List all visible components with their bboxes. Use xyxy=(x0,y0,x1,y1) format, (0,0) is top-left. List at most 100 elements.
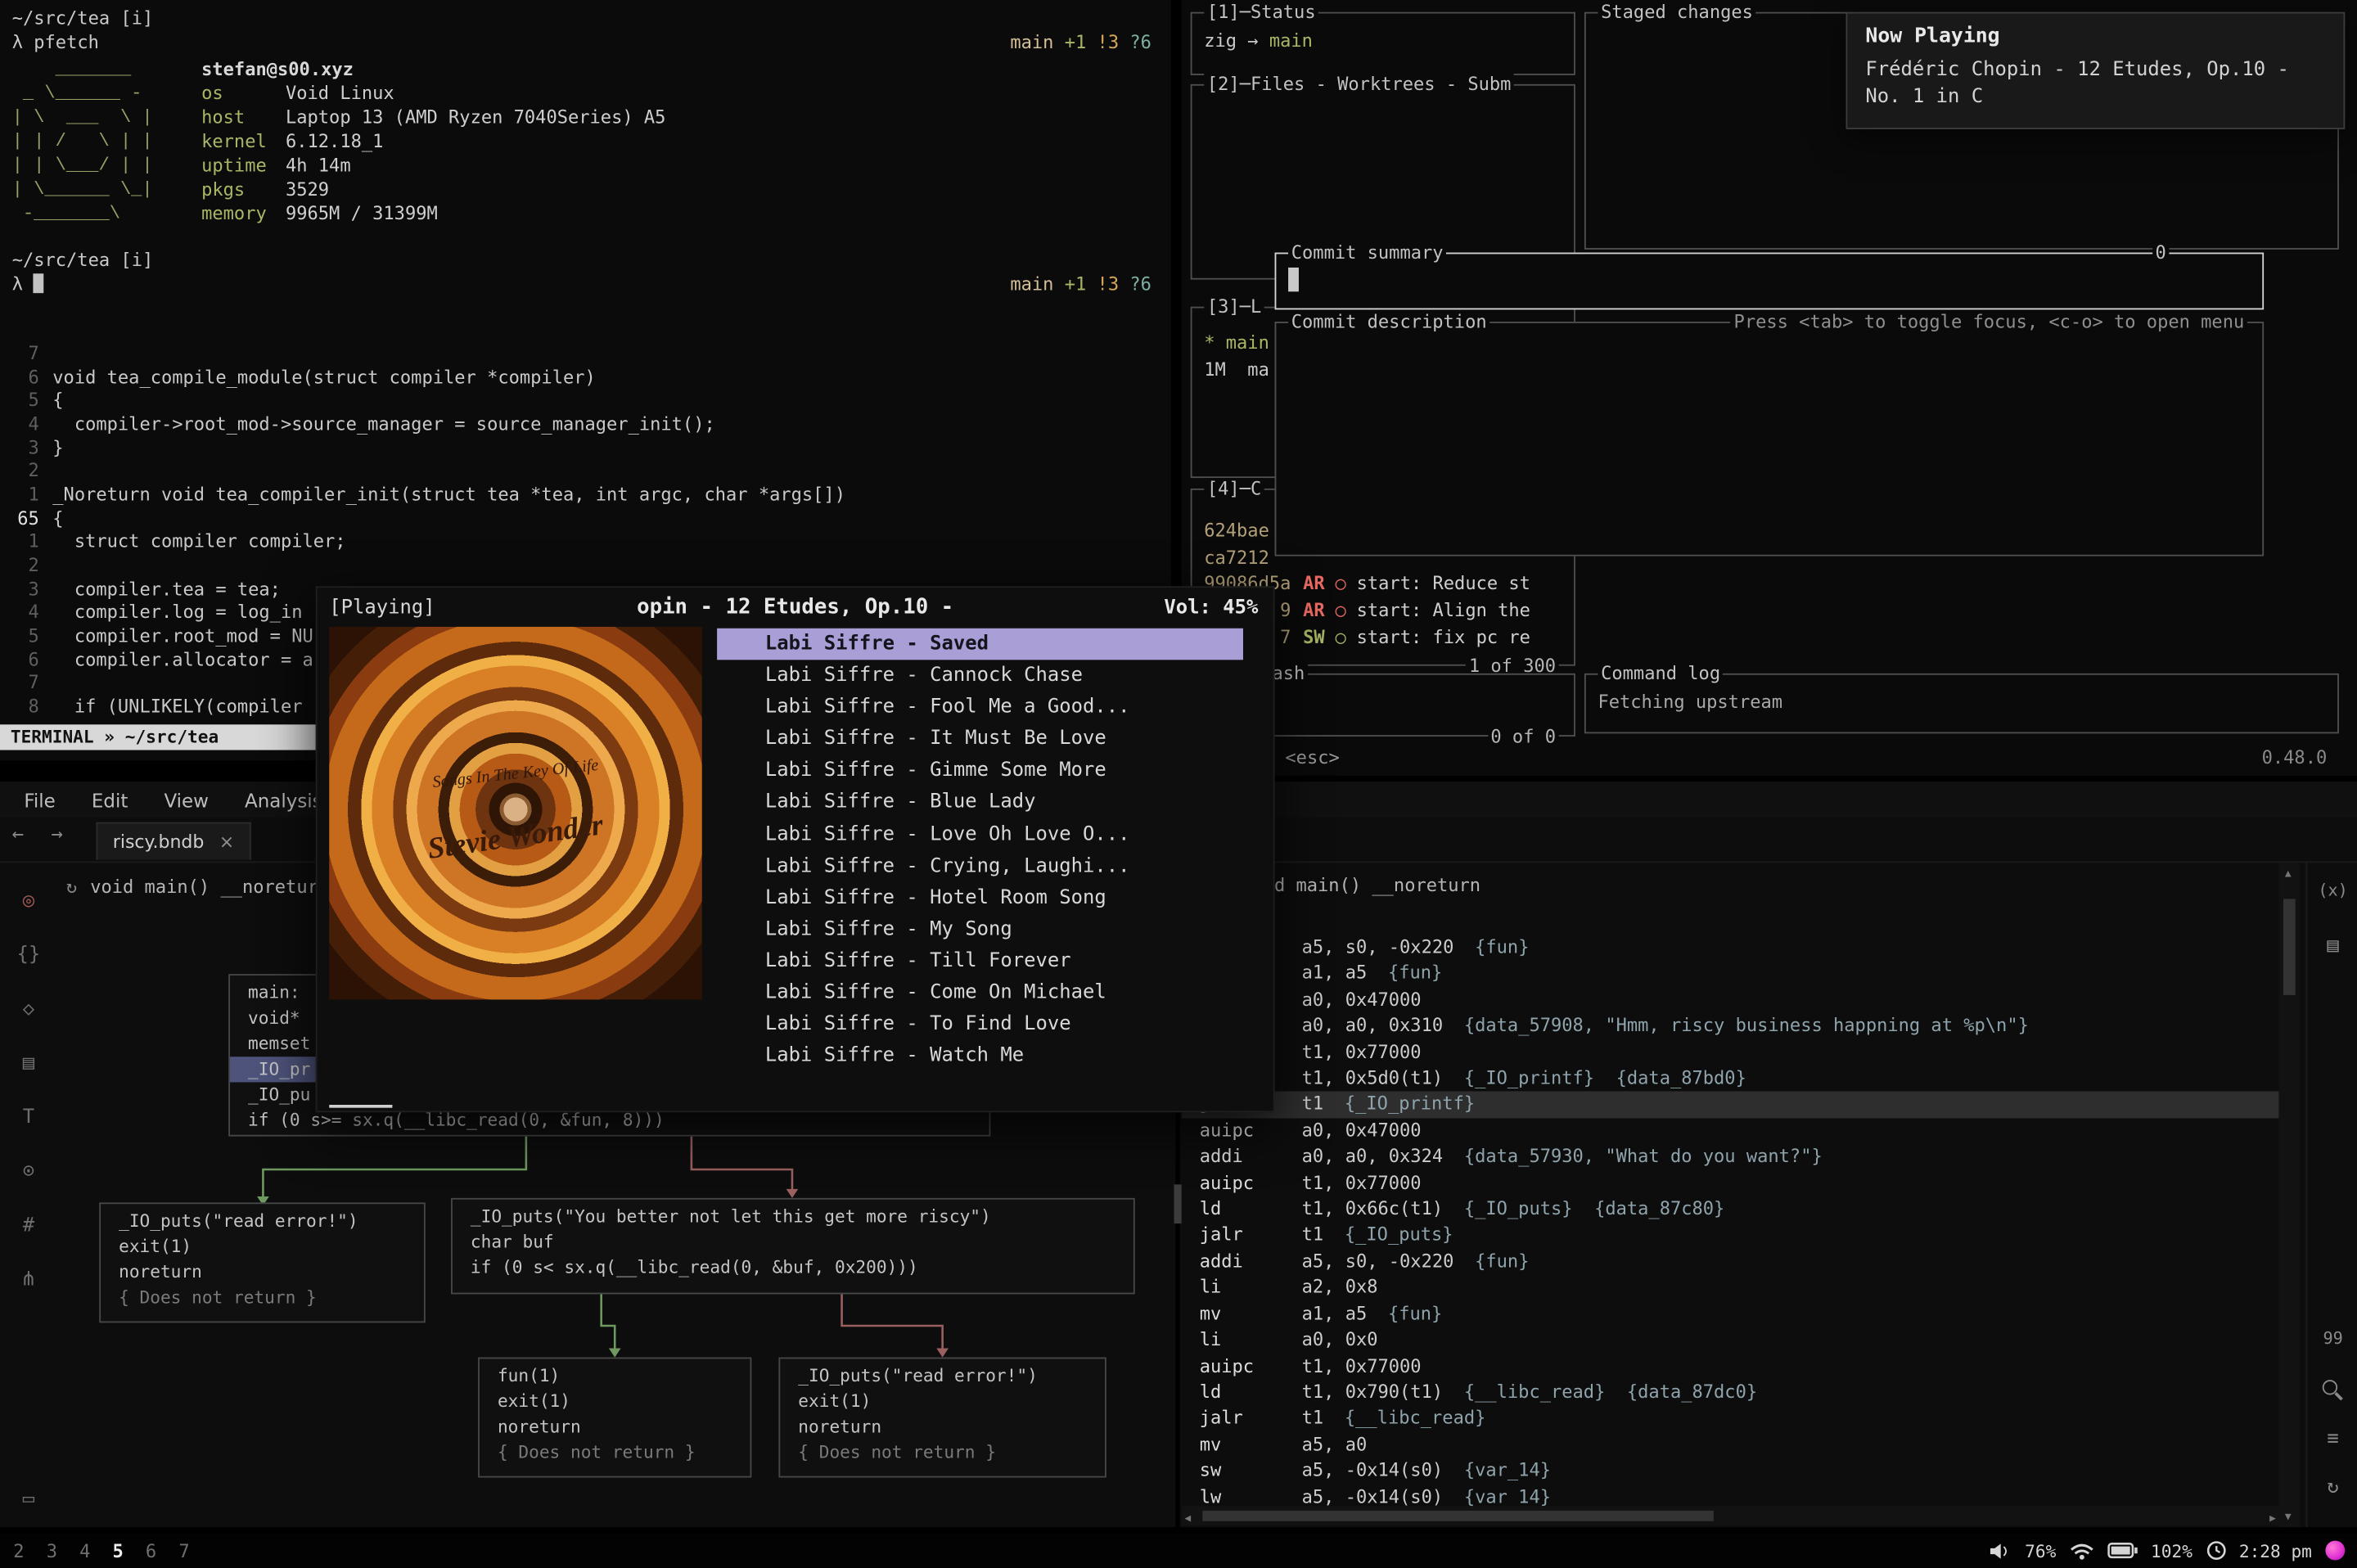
scrollbar-thumb[interactable] xyxy=(1202,1511,1713,1521)
disassembly-row[interactable]: jalrt1{_IO_puts} xyxy=(1182,1223,2279,1249)
vertical-scrollbar[interactable]: ▲ ▼ xyxy=(2278,863,2300,1527)
editor-line[interactable]: 65{ xyxy=(0,507,1171,531)
editor-line[interactable]: 6void tea_compile_module(struct compiler… xyxy=(0,367,1171,390)
editor-line[interactable]: 1 struct compiler compiler; xyxy=(0,531,1171,555)
menu-item[interactable]: File xyxy=(24,788,55,811)
track-item[interactable]: Labi Siffre - My Song xyxy=(717,913,1243,945)
xrefs-icon[interactable]: ◎ xyxy=(14,890,44,912)
scroll-down-icon[interactable]: ▼ xyxy=(2285,1509,2292,1524)
track-item[interactable]: Labi Siffre - Watch Me xyxy=(717,1040,1243,1072)
scroll-up-icon[interactable]: ▲ xyxy=(2285,866,2292,881)
track-item[interactable]: Labi Siffre - Crying, Laughi... xyxy=(717,850,1243,882)
commit-description-input[interactable]: Commit description Press <tab> to toggle… xyxy=(1275,322,2265,556)
branch-row[interactable]: * main xyxy=(1204,329,1269,356)
track-item[interactable]: Labi Siffre - Till Forever xyxy=(717,945,1243,977)
variables-icon[interactable]: (x) xyxy=(2307,881,2357,900)
stack-icon[interactable]: ▤ xyxy=(2307,935,2357,957)
scroll-right-icon[interactable]: ▶ xyxy=(2269,1511,2276,1525)
disassembly-row[interactable]: mva5, a0 xyxy=(1182,1432,2279,1458)
disassembly-row[interactable]: jalrt1{_IO_printf} xyxy=(1182,1092,2279,1118)
track-item[interactable]: Labi Siffre - Love Oh Love O... xyxy=(717,818,1243,850)
track-item[interactable]: Labi Siffre - Cannock Chase xyxy=(717,660,1243,692)
list-icon[interactable]: ≡ xyxy=(2307,1428,2357,1451)
now-playing-notification[interactable]: Now Playing Frédéric Chopin - 12 Etudes,… xyxy=(1846,12,2346,129)
editor-line[interactable]: 7 xyxy=(0,343,1171,367)
workspace-tag[interactable]: 6 xyxy=(144,1540,158,1561)
debugger-icon[interactable]: ⊙ xyxy=(14,1160,44,1183)
strings-icon[interactable]: T xyxy=(14,1106,44,1129)
disassembly-row[interactable]: addia5, s0, -0x220{fun} xyxy=(1182,1249,2279,1275)
command-log-panel[interactable]: Command log Fetching upstream xyxy=(1584,674,2339,733)
disassembly-row[interactable]: ldt1, 0x66c(t1){_IO_puts} {data_87c80} xyxy=(1182,1196,2279,1223)
console-icon[interactable]: ▭ xyxy=(14,1488,44,1511)
memory-map-icon[interactable]: ▤ xyxy=(14,1052,44,1075)
disassembly-row[interactable]: auipca0, 0x47000 xyxy=(1182,987,2279,1013)
volume-icon[interactable] xyxy=(1990,1542,2012,1560)
close-icon[interactable]: × xyxy=(219,831,234,853)
branch-row[interactable]: 1M ma xyxy=(1204,356,1269,383)
branch-icon[interactable]: ⋔ xyxy=(14,1268,44,1291)
basic-block-fun[interactable]: fun(1)exit(1)noreturn{ Does not return } xyxy=(478,1358,751,1478)
git-staged: +1 xyxy=(1065,32,1087,53)
refresh-icon[interactable]: ↻ xyxy=(66,876,77,898)
editor-line[interactable]: 2 xyxy=(0,461,1171,484)
tab-riscy-bndb[interactable]: riscy.bndb× xyxy=(97,822,251,860)
editor-line[interactable]: 1_Noreturn void tea_compiler_init(struct… xyxy=(0,484,1171,507)
editor-line[interactable]: 3} xyxy=(0,437,1171,461)
status-panel[interactable]: [1]─Status zig → main xyxy=(1191,12,1575,75)
search-icon[interactable] xyxy=(2323,1380,2337,1395)
workspace-tag[interactable]: 4 xyxy=(79,1540,92,1561)
tray-indicator-icon[interactable] xyxy=(2325,1541,2345,1561)
horizontal-scrollbar[interactable]: ◀ ▶ xyxy=(1182,1506,2279,1525)
track-item[interactable]: Labi Siffre - Fool Me a Good... xyxy=(717,692,1243,723)
track-item[interactable]: Labi Siffre - Blue Lady xyxy=(717,786,1243,818)
disassembly-row[interactable]: auipca0, 0x47000 xyxy=(1182,1118,2279,1144)
track-item[interactable]: Labi Siffre - It Must Be Love xyxy=(717,723,1243,755)
workspace-tag[interactable]: 7 xyxy=(178,1540,192,1561)
disassembly-row[interactable]: addia5, s0, -0x220{fun} xyxy=(1182,935,2279,961)
disassembly-row[interactable]: auipct1, 0x77000 xyxy=(1182,1170,2279,1196)
workspace-tag[interactable]: 2 xyxy=(12,1540,26,1561)
basic-block-read-error-right[interactable]: _IO_puts("read error!")exit(1)noreturn{ … xyxy=(778,1358,1106,1478)
disassembly-row[interactable]: addia0, a0, 0x324{data_57930, "What do y… xyxy=(1182,1144,2279,1170)
basic-block-read-error-left[interactable]: _IO_puts("read error!")exit(1)noreturn{ … xyxy=(99,1202,426,1322)
progress-bar[interactable] xyxy=(329,1105,392,1108)
menu-item[interactable]: Edit xyxy=(92,788,128,811)
disassembly-row[interactable]: auipct1, 0x77000 xyxy=(1182,1039,2279,1066)
disassembly-row[interactable]: mva1, a5{fun} xyxy=(1182,1301,2279,1327)
disassembly-row[interactable]: ldt1, 0x5d0(t1){_IO_printf} {data_87bd0} xyxy=(1182,1066,2279,1092)
editor-line[interactable]: 4 compiler->root_mod->source_manager = s… xyxy=(0,413,1171,437)
forward-icon[interactable]: → xyxy=(51,824,62,847)
commit-summary-input[interactable]: Commit summary 0 xyxy=(1275,253,2265,310)
workspace-tag[interactable]: 3 xyxy=(45,1540,59,1561)
basic-block-riscy[interactable]: _IO_puts("You better not let this get mo… xyxy=(451,1198,1135,1295)
disassembly-row[interactable]: lia0, 0x0 xyxy=(1182,1327,2279,1354)
disassembly-row[interactable]: ldt1, 0x790(t1){__libc_read} {data_87dc0… xyxy=(1182,1380,2279,1406)
wifi-icon[interactable] xyxy=(2070,1542,2093,1560)
back-icon[interactable]: ← xyxy=(12,824,24,847)
disassembly-row[interactable]: mva1, a5{fun} xyxy=(1182,961,2279,987)
disassembly-row[interactable]: auipct1, 0x77000 xyxy=(1182,1354,2279,1380)
prompt-input-line[interactable]: λ xyxy=(12,272,44,295)
splitter-handle[interactable] xyxy=(1174,1184,1181,1223)
graph-icon[interactable]: # xyxy=(14,1214,44,1237)
disassembly-row[interactable]: jalrt1{__libc_read} xyxy=(1182,1406,2279,1432)
track-item[interactable]: Labi Siffre - To Find Love xyxy=(717,1009,1243,1041)
tags-icon[interactable]: ◇ xyxy=(14,998,44,1021)
disassembly-row[interactable]: addia0, a0, 0x310{data_57908, "Hmm, risc… xyxy=(1182,1013,2279,1039)
track-item[interactable]: Labi Siffre - Gimme Some More xyxy=(717,755,1243,787)
disassembly-row[interactable]: swa5, -0x14(s0){var_14} xyxy=(1182,1458,2279,1485)
types-icon[interactable]: {} xyxy=(14,944,44,966)
workspace-tag[interactable]: 5 xyxy=(111,1540,125,1561)
editor-line[interactable]: 2 xyxy=(0,555,1171,579)
disassembly-row[interactable]: lia2, 0x8 xyxy=(1182,1275,2279,1301)
editor-line[interactable]: 5{ xyxy=(0,390,1171,413)
scrollbar-thumb[interactable] xyxy=(2283,899,2296,995)
scroll-left-icon[interactable]: ◀ xyxy=(1184,1511,1191,1525)
track-item[interactable]: Labi Siffre - Hotel Room Song xyxy=(717,882,1243,914)
track-item[interactable]: Labi Siffre - Come On Michael xyxy=(717,977,1243,1009)
track-item[interactable]: Labi Siffre - Saved xyxy=(717,629,1243,660)
menu-item[interactable]: Analysis xyxy=(245,788,322,811)
menu-item[interactable]: View xyxy=(164,788,208,811)
reload-icon[interactable]: ↻ xyxy=(2307,1476,2357,1499)
